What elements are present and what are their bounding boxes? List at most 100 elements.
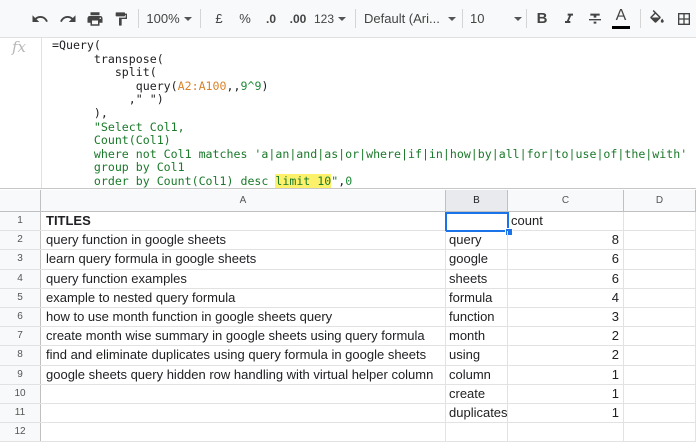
toolbar-divider <box>200 9 201 28</box>
zoom-select[interactable]: 100% <box>146 0 192 37</box>
cell-a[interactable]: TITLES <box>41 212 446 231</box>
cell-b[interactable]: using <box>446 346 508 365</box>
formula-token: ) <box>261 78 269 93</box>
cell-c[interactable]: 1 <box>508 365 624 384</box>
cell-a[interactable] <box>41 403 446 423</box>
column-header-b[interactable]: B <box>446 190 508 211</box>
formula-text[interactable]: =Query( transpose( split( query(A2:A100,… <box>52 38 688 202</box>
cell-d[interactable] <box>624 269 696 288</box>
currency-format-button[interactable]: £ <box>211 0 227 37</box>
formula-line: group by Col1 <box>52 160 185 175</box>
cell-c[interactable]: 4 <box>508 288 624 307</box>
cell-d[interactable] <box>624 212 696 231</box>
borders-button[interactable] <box>674 0 694 37</box>
cell-c[interactable]: 1 <box>508 384 624 403</box>
cell-d[interactable] <box>624 403 696 423</box>
font-size-select[interactable]: 10 <box>470 0 522 37</box>
cell-a[interactable] <box>41 423 446 442</box>
row-header[interactable]: 10 <box>0 384 41 403</box>
cell-b[interactable] <box>446 423 508 442</box>
cell-b[interactable]: function <box>446 307 508 327</box>
cell-c[interactable]: 6 <box>508 250 624 269</box>
cell-c[interactable]: 2 <box>508 327 624 346</box>
cell-c[interactable]: count <box>508 212 624 231</box>
row-header[interactable]: 11 <box>0 403 41 423</box>
more-formats-button[interactable]: 123 <box>313 0 347 37</box>
cell-b[interactable]: duplicates <box>446 403 508 423</box>
borders-icon <box>678 12 690 25</box>
more-formats-label: 123 <box>313 11 335 26</box>
row-header[interactable]: 9 <box>0 365 41 384</box>
paint-format-button[interactable] <box>110 0 132 37</box>
cell-b[interactable] <box>446 212 508 231</box>
cell-a[interactable]: query function in google sheets <box>41 231 446 250</box>
cell-b[interactable]: column <box>446 365 508 384</box>
cell-a[interactable]: learn query formula in google sheets <box>41 250 446 269</box>
formula-line: ," ") <box>52 92 164 107</box>
column-header-d[interactable]: D <box>624 190 696 211</box>
formula-token: query( <box>52 78 178 93</box>
cell-c[interactable]: 3 <box>508 307 624 327</box>
row-header[interactable]: 3 <box>0 250 41 269</box>
cell-d[interactable] <box>624 231 696 250</box>
column-header-a[interactable]: A <box>41 190 446 211</box>
cell-d[interactable] <box>624 384 696 403</box>
strikethrough-button[interactable] <box>585 0 605 37</box>
formula-bar[interactable]: fx =Query( transpose( split( query(A2:A1… <box>0 38 696 201</box>
zoom-value: 100% <box>146 11 180 26</box>
cell-c[interactable] <box>508 423 624 442</box>
increase-decimal-button[interactable]: .00 <box>287 0 309 37</box>
cell-d[interactable] <box>624 250 696 269</box>
redo-button[interactable] <box>56 0 80 37</box>
decrease-decimal-button[interactable]: .0 <box>262 0 280 37</box>
cell-d[interactable] <box>624 288 696 307</box>
row-header[interactable]: 2 <box>0 231 41 250</box>
cell-a[interactable]: find and eliminate duplicates using quer… <box>41 346 446 365</box>
cell-b[interactable]: formula <box>446 288 508 307</box>
increase-decimal-label: .00 <box>289 11 307 26</box>
cell-d[interactable] <box>624 327 696 346</box>
cell-c[interactable]: 2 <box>508 346 624 365</box>
cell-a[interactable]: create month wise summary in google shee… <box>41 327 446 346</box>
cell-a[interactable]: example to nested query formula <box>41 288 446 307</box>
italic-button[interactable] <box>559 0 579 37</box>
row-header[interactable]: 1 <box>0 212 41 231</box>
bold-button[interactable]: B <box>532 0 552 37</box>
row-header[interactable]: 5 <box>0 288 41 307</box>
cell-c[interactable]: 8 <box>508 231 624 250</box>
undo-button[interactable] <box>28 0 52 37</box>
cell-c[interactable]: 1 <box>508 403 624 423</box>
row-header[interactable]: 6 <box>0 307 41 327</box>
row-header[interactable]: 8 <box>0 346 41 365</box>
cell-d[interactable] <box>624 423 696 442</box>
cell-a[interactable] <box>41 384 446 403</box>
cell-b[interactable]: create <box>446 384 508 403</box>
print-button[interactable] <box>83 0 107 37</box>
cell-b[interactable]: month <box>446 327 508 346</box>
percent-format-button[interactable]: % <box>236 0 254 37</box>
select-all-corner[interactable] <box>0 190 41 211</box>
cell-a[interactable]: google sheets query hidden row handling … <box>41 365 446 384</box>
cell-b[interactable]: sheets <box>446 269 508 288</box>
row-header[interactable]: 12 <box>0 423 41 442</box>
table-row: 11 duplicates 1 <box>0 403 696 424</box>
cell-b[interactable]: query <box>446 231 508 250</box>
row-header[interactable]: 7 <box>0 327 41 346</box>
cell-a[interactable]: how to use month function in google shee… <box>41 307 446 327</box>
formula-token: where not Col1 matches 'a|an|and|as|or|w… <box>52 146 688 161</box>
text-color-button[interactable]: A <box>610 0 632 37</box>
font-family-select[interactable]: Default (Ari... <box>364 0 456 37</box>
cell-d[interactable] <box>624 307 696 327</box>
chevron-down-icon <box>183 16 192 21</box>
formula-line: Count(Col1) <box>52 133 171 147</box>
fill-color-button[interactable] <box>646 0 668 37</box>
column-header-c[interactable]: C <box>508 190 624 211</box>
toolbar-divider <box>526 9 527 28</box>
cell-a[interactable]: query function examples <box>41 269 446 288</box>
table-row: 7 create month wise summary in google she… <box>0 327 696 347</box>
cell-c[interactable]: 6 <box>508 269 624 288</box>
cell-d[interactable] <box>624 365 696 384</box>
row-header[interactable]: 4 <box>0 269 41 288</box>
cell-d[interactable] <box>624 346 696 365</box>
cell-b[interactable]: google <box>446 250 508 269</box>
